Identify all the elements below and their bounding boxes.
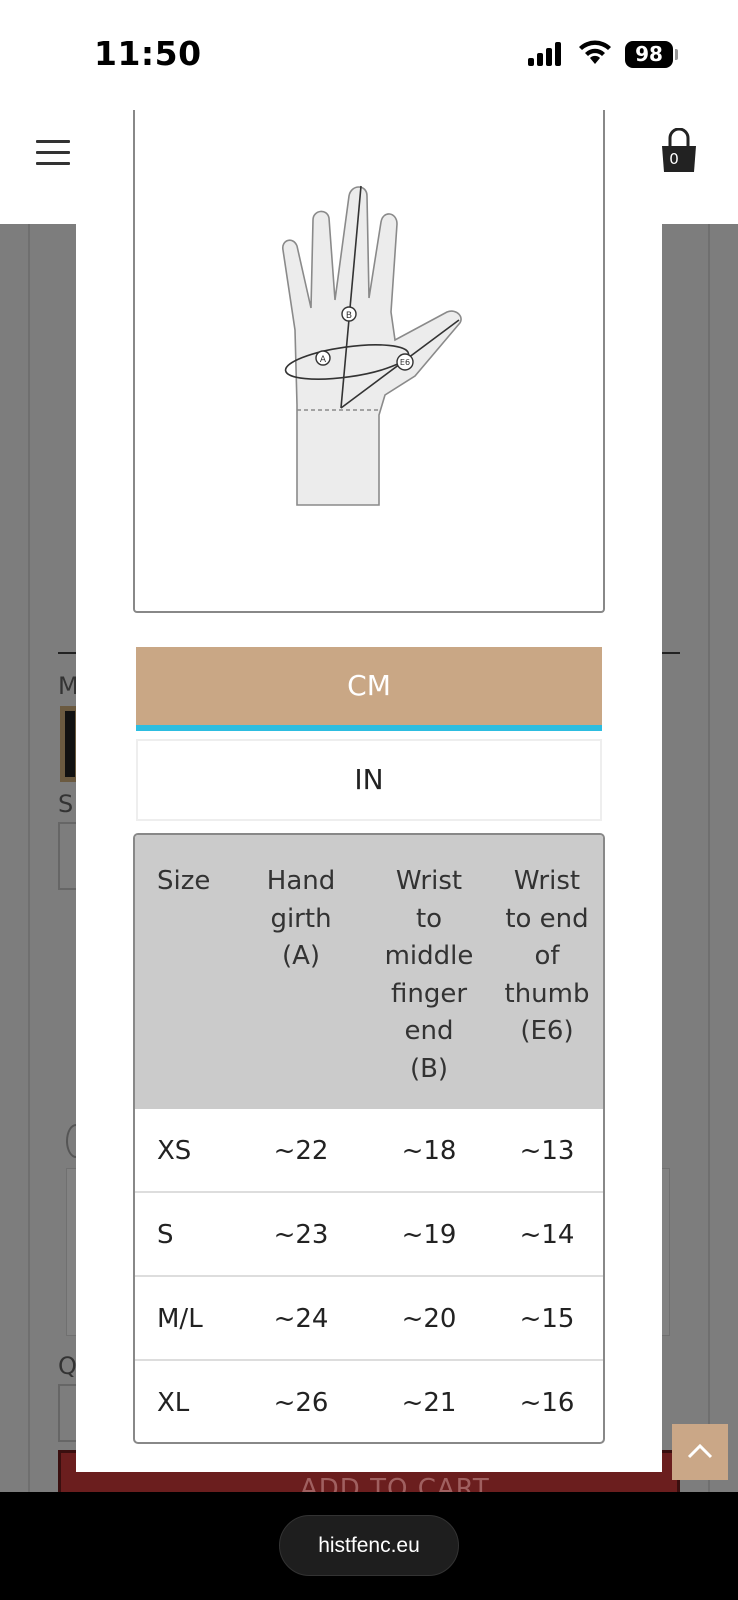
cell-wrist-to-middle: ~21 [401, 1388, 457, 1418]
header-wrist-to-thumb: Wrist to end of thumb (E6) [504, 866, 590, 1046]
table-row: M/L ~24 ~20 ~15 [135, 1277, 603, 1361]
cell-wrist-to-middle: ~18 [401, 1136, 457, 1166]
battery-tip [675, 49, 678, 60]
cell-hand-girth: ~24 [273, 1304, 329, 1334]
header-size: Size [157, 866, 211, 896]
bg-label-s: S [58, 790, 74, 818]
cell-wrist-to-thumb: ~14 [519, 1220, 575, 1250]
header-hand-girth: Hand girth (A) [266, 866, 336, 971]
table-header: Size Hand girth (A) Wrist to middle fing… [135, 835, 603, 1109]
chevron-up-icon [687, 1443, 713, 1459]
header-wrist-to-middle-finger: Wrist to middle finger end (B) [384, 866, 474, 1084]
diagram-label-b: B [346, 311, 352, 321]
table-row: XS ~22 ~18 ~13 [135, 1109, 603, 1193]
cell-size: XL [157, 1388, 190, 1418]
cell-wrist-to-thumb: ~15 [519, 1304, 575, 1334]
cell-hand-girth: ~26 [273, 1388, 329, 1418]
status-bar: 11:50 98 [0, 0, 738, 110]
cell-wrist-to-thumb: ~16 [519, 1388, 575, 1418]
page-border-left [28, 224, 30, 1492]
cell-size: S [157, 1220, 174, 1250]
cell-wrist-to-middle: ~20 [401, 1304, 457, 1334]
battery-icon: 98 [625, 41, 673, 68]
status-time: 11:50 [94, 34, 202, 73]
size-select[interactable] [58, 822, 78, 890]
hand-measurement-diagram: A B E6 [282, 185, 462, 506]
address-bar[interactable]: histfenc.eu [279, 1515, 459, 1576]
scroll-to-top-button[interactable] [672, 1424, 728, 1480]
bg-label-q: Q [58, 1352, 77, 1380]
cell-hand-girth: ~23 [273, 1220, 329, 1250]
diagram-label-a: A [320, 355, 327, 365]
quantity-field[interactable] [58, 1384, 78, 1442]
hamburger-menu-icon[interactable] [36, 140, 70, 166]
tab-cm[interactable]: CM [136, 647, 602, 731]
wifi-icon [579, 40, 611, 64]
table-row: S ~23 ~19 ~14 [135, 1193, 603, 1277]
cell-wrist-to-thumb: ~13 [519, 1136, 575, 1166]
diagram-label-e6: E6 [400, 358, 410, 367]
cart-count-badge: 0 [669, 150, 679, 168]
page-border-right [708, 224, 710, 1492]
cellular-signal-icon [528, 42, 566, 66]
size-table: Size Hand girth (A) Wrist to middle fing… [133, 833, 605, 1444]
table-row: XL ~26 ~21 ~16 [135, 1361, 603, 1442]
tab-in[interactable]: IN [136, 739, 602, 821]
cell-hand-girth: ~22 [273, 1136, 329, 1166]
cell-size: M/L [157, 1304, 203, 1334]
cell-size: XS [157, 1136, 192, 1166]
cell-wrist-to-middle: ~19 [401, 1220, 457, 1250]
